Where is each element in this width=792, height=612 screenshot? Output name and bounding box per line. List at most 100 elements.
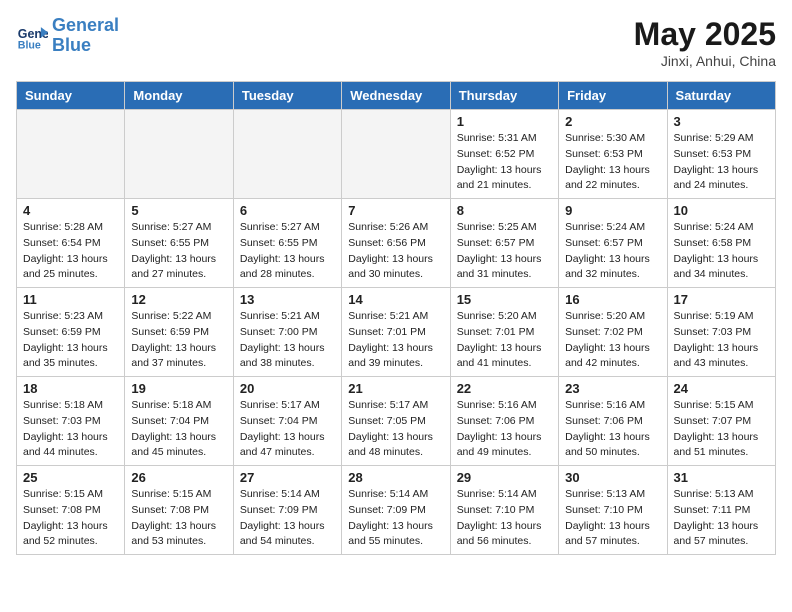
day-number: 19	[131, 381, 226, 396]
weekday-header-thursday: Thursday	[450, 82, 558, 110]
week-row-5: 25 Sunrise: 5:15 AMSunset: 7:08 PMDayligh…	[17, 466, 776, 555]
day-number: 25	[23, 470, 118, 485]
week-row-4: 18 Sunrise: 5:18 AMSunset: 7:03 PMDayligh…	[17, 377, 776, 466]
calendar-cell: 22 Sunrise: 5:16 AMSunset: 7:06 PMDayligh…	[450, 377, 558, 466]
calendar-cell: 16 Sunrise: 5:20 AMSunset: 7:02 PMDayligh…	[559, 288, 667, 377]
calendar-cell: 17 Sunrise: 5:19 AMSunset: 7:03 PMDayligh…	[667, 288, 775, 377]
day-info: Sunrise: 5:27 AMSunset: 6:55 PMDaylight:…	[240, 220, 335, 283]
day-number: 18	[23, 381, 118, 396]
day-number: 14	[348, 292, 443, 307]
day-number: 22	[457, 381, 552, 396]
day-info: Sunrise: 5:29 AMSunset: 6:53 PMDaylight:…	[674, 131, 769, 194]
day-number: 2	[565, 114, 660, 129]
calendar-cell: 30Sunrise: 5:13 AMSunset: 7:10 PMDayligh…	[559, 466, 667, 555]
weekday-header-saturday: Saturday	[667, 82, 775, 110]
day-info: Sunrise: 5:17 AMSunset: 7:05 PMDaylight:…	[348, 398, 443, 461]
calendar-cell: 6Sunrise: 5:27 AMSunset: 6:55 PMDaylight…	[233, 199, 341, 288]
day-number: 13	[240, 292, 335, 307]
week-row-2: 4 Sunrise: 5:28 AMSunset: 6:54 PMDaylight…	[17, 199, 776, 288]
calendar-cell: 25 Sunrise: 5:15 AMSunset: 7:08 PMDayligh…	[17, 466, 125, 555]
day-info: Sunrise: 5:31 AMSunset: 6:52 PMDaylight:…	[457, 131, 552, 194]
day-info: Sunrise: 5:21 AMSunset: 7:01 PMDaylight:…	[348, 309, 443, 372]
week-row-3: 11 Sunrise: 5:23 AMSunset: 6:59 PMDayligh…	[17, 288, 776, 377]
calendar-cell: 11 Sunrise: 5:23 AMSunset: 6:59 PMDayligh…	[17, 288, 125, 377]
calendar-cell: 1 Sunrise: 5:31 AMSunset: 6:52 PMDaylight…	[450, 110, 558, 199]
calendar-cell: 7Sunrise: 5:26 AMSunset: 6:56 PMDaylight…	[342, 199, 450, 288]
day-number: 24	[674, 381, 769, 396]
day-info: Sunrise: 5:16 AMSunset: 7:06 PMDaylight:…	[457, 398, 552, 461]
day-info: Sunrise: 5:18 AMSunset: 7:03 PMDaylight:…	[23, 398, 118, 461]
day-info: Sunrise: 5:19 AMSunset: 7:03 PMDaylight:…	[674, 309, 769, 372]
day-info: Sunrise: 5:28 AMSunset: 6:54 PMDaylight:…	[23, 220, 118, 283]
weekday-header-row: SundayMondayTuesdayWednesdayThursdayFrid…	[17, 82, 776, 110]
calendar-cell: 13 Sunrise: 5:21 AMSunset: 7:00 PMDayligh…	[233, 288, 341, 377]
calendar-cell: 31 Sunrise: 5:13 AMSunset: 7:11 PMDayligh…	[667, 466, 775, 555]
calendar-cell	[17, 110, 125, 199]
day-info: Sunrise: 5:14 AMSunset: 7:10 PMDaylight:…	[457, 487, 552, 550]
calendar-cell: 10Sunrise: 5:24 AMSunset: 6:58 PMDayligh…	[667, 199, 775, 288]
weekday-header-tuesday: Tuesday	[233, 82, 341, 110]
svg-text:Blue: Blue	[18, 39, 41, 51]
location: Jinxi, Anhui, China	[634, 53, 776, 69]
calendar-cell	[233, 110, 341, 199]
calendar-cell	[125, 110, 233, 199]
day-number: 9	[565, 203, 660, 218]
weekday-header-wednesday: Wednesday	[342, 82, 450, 110]
day-info: Sunrise: 5:21 AMSunset: 7:00 PMDaylight:…	[240, 309, 335, 372]
day-info: Sunrise: 5:20 AMSunset: 7:02 PMDaylight:…	[565, 309, 660, 372]
day-info: Sunrise: 5:24 AMSunset: 6:58 PMDaylight:…	[674, 220, 769, 283]
calendar-cell: 19 Sunrise: 5:18 AMSunset: 7:04 PMDayligh…	[125, 377, 233, 466]
logo-icon: General Blue	[16, 20, 48, 52]
page-header: General Blue General Blue May 2025 Jinxi…	[16, 16, 776, 69]
calendar-cell: 4 Sunrise: 5:28 AMSunset: 6:54 PMDaylight…	[17, 199, 125, 288]
day-number: 5	[131, 203, 226, 218]
logo-general: General	[52, 16, 119, 36]
weekday-header-monday: Monday	[125, 82, 233, 110]
day-number: 8	[457, 203, 552, 218]
calendar-table: SundayMondayTuesdayWednesdayThursdayFrid…	[16, 81, 776, 555]
day-number: 1	[457, 114, 552, 129]
day-number: 16	[565, 292, 660, 307]
day-info: Sunrise: 5:17 AMSunset: 7:04 PMDaylight:…	[240, 398, 335, 461]
calendar-cell: 24 Sunrise: 5:15 AMSunset: 7:07 PMDayligh…	[667, 377, 775, 466]
calendar-cell: 29 Sunrise: 5:14 AMSunset: 7:10 PMDayligh…	[450, 466, 558, 555]
week-row-1: 1 Sunrise: 5:31 AMSunset: 6:52 PMDaylight…	[17, 110, 776, 199]
day-number: 29	[457, 470, 552, 485]
title-block: May 2025 Jinxi, Anhui, China	[634, 16, 776, 69]
day-info: Sunrise: 5:24 AMSunset: 6:57 PMDaylight:…	[565, 220, 660, 283]
weekday-header-friday: Friday	[559, 82, 667, 110]
calendar-cell: 18 Sunrise: 5:18 AMSunset: 7:03 PMDayligh…	[17, 377, 125, 466]
day-info: Sunrise: 5:13 AMSunset: 7:11 PMDaylight:…	[674, 487, 769, 550]
day-info: Sunrise: 5:15 AMSunset: 7:07 PMDaylight:…	[674, 398, 769, 461]
day-info: Sunrise: 5:15 AMSunset: 7:08 PMDaylight:…	[23, 487, 118, 550]
day-number: 17	[674, 292, 769, 307]
calendar-cell: 27Sunrise: 5:14 AMSunset: 7:09 PMDayligh…	[233, 466, 341, 555]
logo: General Blue General Blue	[16, 16, 119, 56]
calendar-cell: 15 Sunrise: 5:20 AMSunset: 7:01 PMDayligh…	[450, 288, 558, 377]
calendar-cell: 2Sunrise: 5:30 AMSunset: 6:53 PMDaylight…	[559, 110, 667, 199]
day-number: 4	[23, 203, 118, 218]
day-info: Sunrise: 5:15 AMSunset: 7:08 PMDaylight:…	[131, 487, 226, 550]
day-number: 31	[674, 470, 769, 485]
calendar-cell: 12Sunrise: 5:22 AMSunset: 6:59 PMDayligh…	[125, 288, 233, 377]
day-number: 23	[565, 381, 660, 396]
day-info: Sunrise: 5:23 AMSunset: 6:59 PMDaylight:…	[23, 309, 118, 372]
day-number: 7	[348, 203, 443, 218]
calendar-cell: 26 Sunrise: 5:15 AMSunset: 7:08 PMDayligh…	[125, 466, 233, 555]
day-info: Sunrise: 5:20 AMSunset: 7:01 PMDaylight:…	[457, 309, 552, 372]
calendar-cell: 28Sunrise: 5:14 AMSunset: 7:09 PMDayligh…	[342, 466, 450, 555]
day-info: Sunrise: 5:14 AMSunset: 7:09 PMDaylight:…	[240, 487, 335, 550]
month-title: May 2025	[634, 16, 776, 53]
calendar-cell: 23Sunrise: 5:16 AMSunset: 7:06 PMDayligh…	[559, 377, 667, 466]
day-number: 26	[131, 470, 226, 485]
calendar-cell: 5 Sunrise: 5:27 AMSunset: 6:55 PMDaylight…	[125, 199, 233, 288]
calendar-cell: 9 Sunrise: 5:24 AMSunset: 6:57 PMDaylight…	[559, 199, 667, 288]
calendar-cell: 8Sunrise: 5:25 AMSunset: 6:57 PMDaylight…	[450, 199, 558, 288]
day-info: Sunrise: 5:18 AMSunset: 7:04 PMDaylight:…	[131, 398, 226, 461]
day-info: Sunrise: 5:27 AMSunset: 6:55 PMDaylight:…	[131, 220, 226, 283]
day-number: 11	[23, 292, 118, 307]
day-number: 12	[131, 292, 226, 307]
calendar-cell	[342, 110, 450, 199]
day-number: 15	[457, 292, 552, 307]
logo-blue: Blue	[52, 36, 119, 56]
